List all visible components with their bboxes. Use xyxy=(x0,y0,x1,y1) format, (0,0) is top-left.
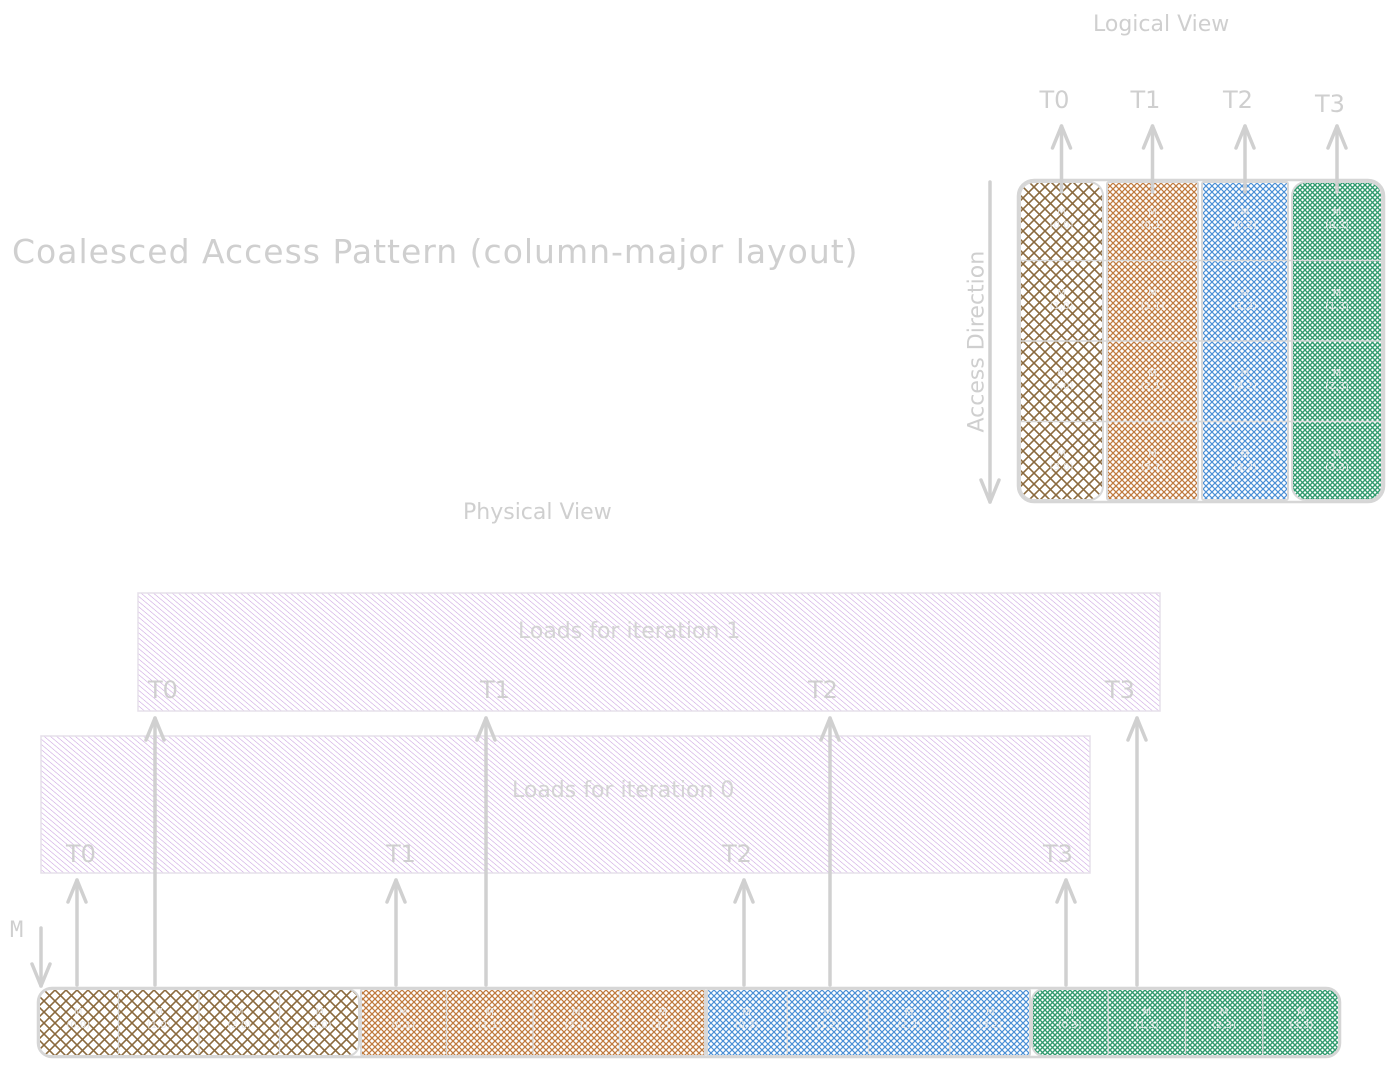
cell-label: M (3,3) xyxy=(1289,1007,1314,1031)
memory-direction-arrow-icon xyxy=(30,926,52,988)
physical-thread-label: T2 xyxy=(808,676,838,704)
cell-label: M (2,3) xyxy=(1212,1007,1236,1031)
cell-label: M (0,3) xyxy=(1325,207,1349,231)
diagram-title: Coalesced Access Pattern (column-major l… xyxy=(12,232,859,271)
cell-label: M (0,1) xyxy=(391,1007,416,1031)
cell-label: M (3,2) xyxy=(978,1007,1003,1031)
physical-thread-label: T3 xyxy=(1043,840,1073,868)
load-bar-iteration-1 xyxy=(137,592,1161,712)
physical-thread-label: T0 xyxy=(148,676,178,704)
cell-label: M (1,0) xyxy=(1049,287,1074,312)
cell-label: M (3,0) xyxy=(307,1007,332,1031)
cell-label: M (0,0) xyxy=(1049,207,1074,231)
memory-label: M xyxy=(10,918,24,943)
logical-thread-label: T0 xyxy=(1039,86,1070,114)
physical-thread-label: T1 xyxy=(480,676,510,704)
cell-label: M (0,2) xyxy=(734,1007,759,1031)
cell-label: M (2,1) xyxy=(1140,368,1165,392)
load-arrow-icon xyxy=(66,878,88,987)
cell-label: M (2,2) xyxy=(1233,368,1257,392)
cell-label: M (2,2) xyxy=(897,1007,921,1031)
cell-label: M (0,0) xyxy=(66,1007,91,1031)
logical-thread-label: T3 xyxy=(1315,90,1345,118)
cell-label: M (1,1) xyxy=(1140,287,1165,312)
cell-label: M (3,2) xyxy=(1233,448,1257,473)
iteration-label: Loads for iteration 0 xyxy=(512,778,735,803)
cell-label: M (3,3) xyxy=(1325,448,1349,473)
cell-label: M (1,2) xyxy=(1233,287,1257,312)
cell-label: M (1,2) xyxy=(816,1007,840,1031)
cell-label: M (1,3) xyxy=(1325,287,1349,312)
access-direction-label: Access Direction xyxy=(964,250,990,433)
cell-label: M (2,0) xyxy=(1049,368,1074,392)
iteration-label: Loads for iteration 1 xyxy=(518,619,741,644)
load-arrow-icon xyxy=(385,878,407,987)
physical-view-title: Physical View xyxy=(463,500,612,525)
cell-label: M (3,0) xyxy=(1049,448,1074,473)
load-bar-iteration-0 xyxy=(40,735,1091,874)
cell-label: M (0,1) xyxy=(1140,207,1165,231)
load-arrow-icon xyxy=(1126,716,1148,987)
cell-label: M (3,1) xyxy=(650,1007,675,1031)
diagram-canvas xyxy=(30,124,1386,1059)
logical-thread-label: T1 xyxy=(1130,86,1161,114)
cell-label: M (1,3) xyxy=(1135,1007,1159,1031)
physical-thread-label: T1 xyxy=(386,840,416,868)
physical-thread-label: T2 xyxy=(722,840,752,868)
cell-label: M (1,1) xyxy=(477,1007,502,1031)
logical-thread-label: T2 xyxy=(1223,86,1253,114)
cell-label: M (2,0) xyxy=(227,1007,252,1031)
logical-view-title: Logical View xyxy=(1093,12,1230,37)
cell-label: M (2,3) xyxy=(1325,368,1349,392)
load-arrow-icon xyxy=(1055,878,1077,987)
load-arrow-icon xyxy=(733,878,755,987)
cell-label: M (2,1) xyxy=(564,1007,589,1031)
cell-label: M (0,3) xyxy=(1057,1007,1082,1031)
physical-thread-label: T3 xyxy=(1105,676,1135,704)
cell-label: M (1,0) xyxy=(146,1007,171,1031)
cell-label: M (0,2) xyxy=(1233,207,1257,231)
cell-label: M (3,1) xyxy=(1140,448,1165,473)
physical-thread-label: T0 xyxy=(66,840,96,868)
